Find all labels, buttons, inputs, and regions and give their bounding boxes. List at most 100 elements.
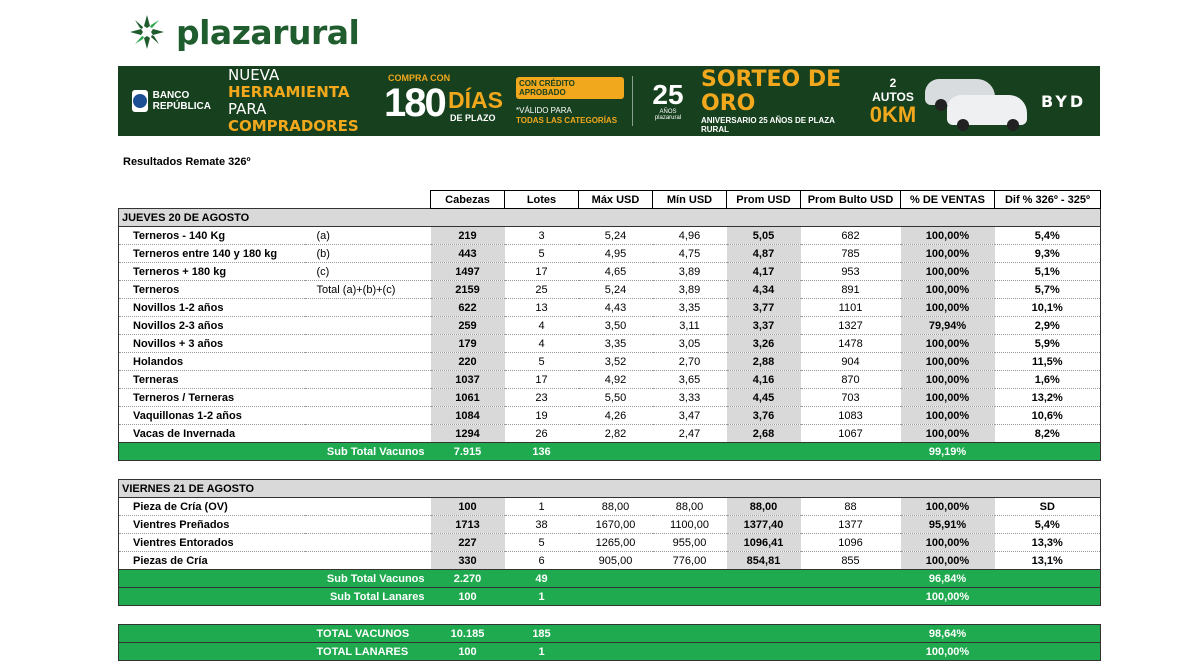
- page-title: Resultados Remate 326º: [123, 156, 251, 168]
- column-header: Lotes: [504, 190, 579, 209]
- total-spacer: [726, 569, 801, 588]
- table-row: Terneros Total (a)+(b)+(c) 2159 25 5,24 3,89 4…: [118, 280, 1101, 299]
- total-spacer: [578, 642, 653, 661]
- total-spacer: [994, 642, 1101, 661]
- column-header: Prom USD: [726, 190, 801, 209]
- dif-cell: 8,2%: [994, 424, 1101, 443]
- ventas-cell: 100,00%: [900, 334, 995, 353]
- lotes-cell: 17: [504, 262, 579, 281]
- category-name: Novillos 2-3 años: [118, 316, 305, 335]
- total-spacer: [800, 642, 901, 661]
- max-usd-cell: 4,26: [578, 406, 653, 425]
- category-name: Novillos 1-2 años: [118, 298, 305, 317]
- grand-total-row: TOTAL LANARES 100 1 100,00%: [118, 642, 1101, 661]
- column-header: Máx USD: [578, 190, 653, 209]
- prom-bulto-cell: 1101: [800, 298, 901, 317]
- gap-row: [119, 606, 1101, 616]
- banner-todas: TODAS LAS CATEGORÍAS: [516, 115, 618, 125]
- prom-bulto-cell: 88: [800, 497, 901, 516]
- banner-sorteo: SORTEO DE ORO ANIVERSARIO 25 AÑOS DE PLA…: [701, 68, 861, 135]
- min-usd-cell: 4,75: [652, 244, 727, 263]
- subtotal-lotes: 1: [504, 587, 579, 606]
- total-spacer: [726, 624, 801, 643]
- total-lotes: 1: [504, 642, 579, 661]
- banner-autos: 2 AUTOS 0KM: [869, 76, 917, 126]
- min-usd-cell: 3,65: [652, 370, 727, 389]
- lotes-cell: 17: [504, 370, 579, 389]
- column-header: Dif % 326º - 325º: [994, 190, 1101, 209]
- gap-row: [119, 615, 1101, 625]
- cabezas-cell: 220: [430, 352, 505, 371]
- min-usd-cell: 955,00: [652, 533, 727, 552]
- lotes-cell: 3: [504, 226, 579, 245]
- banner-nueva-1: NUEVA: [228, 66, 280, 84]
- subtotal-row: Sub Total Vacunos 7.915 136 99,19%: [118, 442, 1101, 461]
- cabezas-cell: 330: [430, 551, 505, 570]
- gap: [119, 615, 1101, 625]
- dif-cell: 5,9%: [994, 334, 1101, 353]
- total-ventas: 98,64%: [900, 624, 995, 643]
- prom-bulto-cell: 953: [800, 262, 901, 281]
- total-ventas: 100,00%: [900, 642, 995, 661]
- table-row: Vientres Preñados 1713 38 1670,00 1100,00 137…: [118, 515, 1101, 534]
- dif-cell: 11,5%: [994, 352, 1101, 371]
- table-row: Holandos 220 5 3,52 2,70 2,88 904 100,00% 11,5%: [118, 352, 1101, 371]
- prom-usd-cell: 4,16: [726, 370, 801, 389]
- prom-bulto-cell: 855: [800, 551, 901, 570]
- category-name: Holandos: [118, 352, 305, 371]
- promo-banner[interactable]: BANCO REPÚBLICA NUEVA HERRAMIENTA PARA C…: [118, 66, 1100, 136]
- prom-usd-cell: 88,00: [726, 497, 801, 516]
- total-label: TOTAL VACUNOS: [304, 624, 431, 643]
- category-note: [304, 388, 431, 407]
- category-note: (a): [304, 226, 431, 245]
- max-usd-cell: 4,65: [578, 262, 653, 281]
- wheel-icon: [957, 119, 969, 131]
- banco-republica-logo: BANCO REPÚBLICA: [132, 90, 222, 112]
- table-row: Novillos + 3 años 179 4 3,35 3,05 3,26 1478 100…: [118, 334, 1101, 353]
- banner-nueva-3: PARA: [228, 100, 267, 118]
- table-row: Novillos 2-3 años 259 4 3,50 3,11 3,37 1327 79,…: [118, 316, 1101, 335]
- table-row: Pieza de Cría (OV) 100 1 88,00 88,00 88,00 88 1…: [118, 497, 1101, 516]
- gap-row: [119, 461, 1101, 471]
- category-note: [304, 406, 431, 425]
- plazarural-logo[interactable]: plazarural: [126, 8, 360, 56]
- table-row: Terneros - 140 Kg (a) 219 3 5,24 4,96 5,05 682 1…: [118, 226, 1101, 245]
- prom-usd-cell: 4,34: [726, 280, 801, 299]
- category-name: Piezas de Cría: [118, 551, 305, 570]
- subtotal-ventas: 99,19%: [900, 442, 995, 461]
- min-usd-cell: 3,47: [652, 406, 727, 425]
- ventas-cell: 100,00%: [900, 551, 995, 570]
- gap-row: [119, 470, 1101, 480]
- table-row: Vacas de Invernada 1294 26 2,82 2,47 2,68 1067…: [118, 424, 1101, 443]
- lotes-cell: 13: [504, 298, 579, 317]
- banner-180-dias: COMPRA CON 180 DÍAS DE PLAZO: [384, 71, 503, 131]
- total-spacer: [994, 587, 1101, 606]
- header-row: Cabezas Lotes Máx USD Mín USD Prom USD Prom B…: [119, 190, 1101, 209]
- total-spacer: [800, 569, 901, 588]
- results-table: Cabezas Lotes Máx USD Mín USD Prom USD Prom B…: [118, 190, 1101, 661]
- ventas-cell: 100,00%: [900, 280, 995, 299]
- lotes-cell: 19: [504, 406, 579, 425]
- banner-divider: [632, 76, 633, 126]
- max-usd-cell: 4,92: [578, 370, 653, 389]
- subtotal-ventas: 100,00%: [900, 587, 995, 606]
- ventas-cell: 100,00%: [900, 533, 995, 552]
- cabezas-cell: 1037: [430, 370, 505, 389]
- dif-cell: 13,2%: [994, 388, 1101, 407]
- column-header: % DE VENTAS: [900, 190, 995, 209]
- table-row: Piezas de Cría 330 6 905,00 776,00 854,81 855 1…: [118, 551, 1101, 570]
- category-note: [304, 370, 431, 389]
- min-usd-cell: 3,89: [652, 280, 727, 299]
- total-spacer: [652, 569, 727, 588]
- dif-cell: 13,3%: [994, 533, 1101, 552]
- wheel-icon: [1007, 119, 1019, 131]
- total-spacer: [578, 442, 653, 461]
- total-spacer: [800, 587, 901, 606]
- ventas-cell: 100,00%: [900, 262, 995, 281]
- header-spacer: [305, 191, 431, 209]
- plazarural-logo-icon: [130, 15, 164, 49]
- category-note: [304, 334, 431, 353]
- total-spacer: [800, 442, 901, 461]
- ventas-cell: 100,00%: [900, 406, 995, 425]
- dif-cell: 5,1%: [994, 262, 1101, 281]
